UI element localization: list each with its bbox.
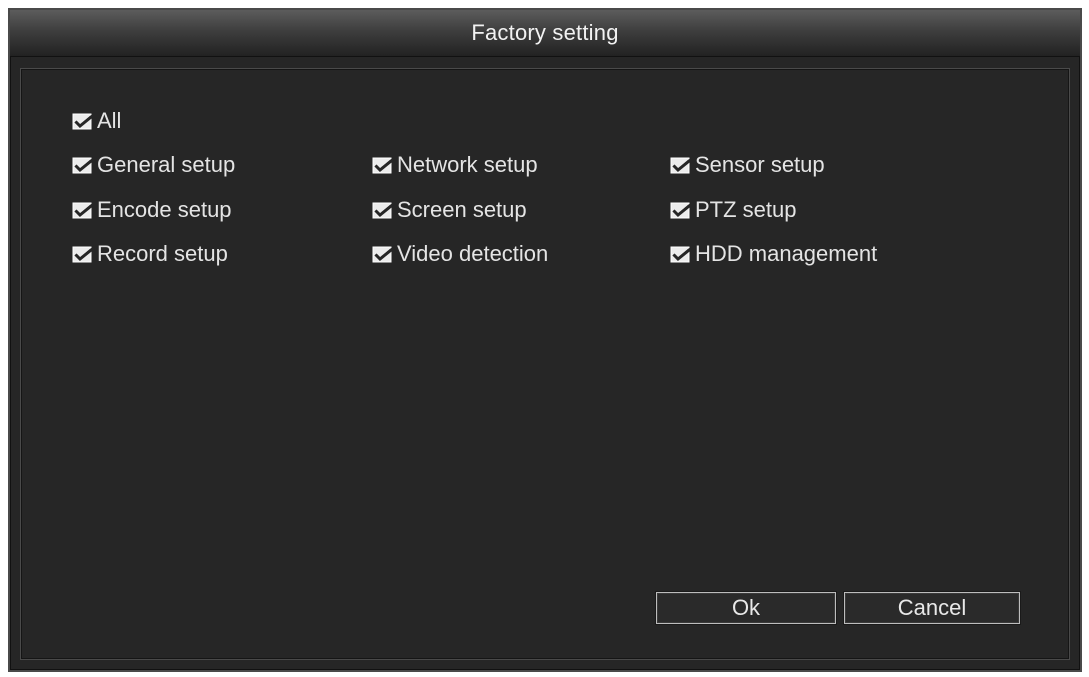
checked-box-icon (372, 246, 395, 263)
checkbox-label: Screen setup (397, 197, 527, 222)
factory-setting-dialog: Factory setting All General setup Networ… (8, 8, 1082, 672)
checkbox-label: HDD management (695, 241, 878, 266)
checkbox-record-setup[interactable]: Record setup (72, 241, 228, 267)
checkbox-ptz-setup[interactable]: PTZ setup (670, 197, 796, 223)
checkbox-screen-setup[interactable]: Screen setup (372, 197, 527, 223)
checked-box-icon (670, 246, 693, 263)
checkbox-label: Network setup (397, 152, 538, 177)
checkbox-sensor-setup[interactable]: Sensor setup (670, 152, 825, 178)
checkbox-network-setup[interactable]: Network setup (372, 152, 538, 178)
checkbox-general-setup[interactable]: General setup (72, 152, 235, 178)
checkbox-all[interactable]: All (72, 108, 121, 134)
ok-button[interactable]: Ok (656, 592, 836, 624)
checked-box-icon (72, 113, 95, 130)
cancel-button[interactable]: Cancel (844, 592, 1020, 624)
checkbox-all-label: All (97, 108, 122, 133)
checkbox-label: Sensor setup (695, 152, 825, 177)
dialog-title-bar: Factory setting (10, 10, 1080, 57)
checkbox-encode-setup[interactable]: Encode setup (72, 197, 232, 223)
checkbox-label: Record setup (97, 241, 228, 266)
checkbox-hdd-management[interactable]: HDD management (670, 241, 877, 267)
checkbox-video-detection[interactable]: Video detection (372, 241, 548, 267)
checked-box-icon (670, 157, 693, 174)
checked-box-icon (72, 157, 95, 174)
checkbox-label: Encode setup (97, 197, 232, 222)
checked-box-icon (72, 202, 95, 219)
checked-box-icon (372, 202, 395, 219)
dialog-title: Factory setting (471, 20, 619, 45)
checked-box-icon (72, 246, 95, 263)
checkbox-label: Video detection (397, 241, 549, 266)
checked-box-icon (372, 157, 395, 174)
checkbox-label: PTZ setup (695, 197, 797, 222)
checked-box-icon (670, 202, 693, 219)
checkbox-label: General setup (97, 152, 236, 177)
